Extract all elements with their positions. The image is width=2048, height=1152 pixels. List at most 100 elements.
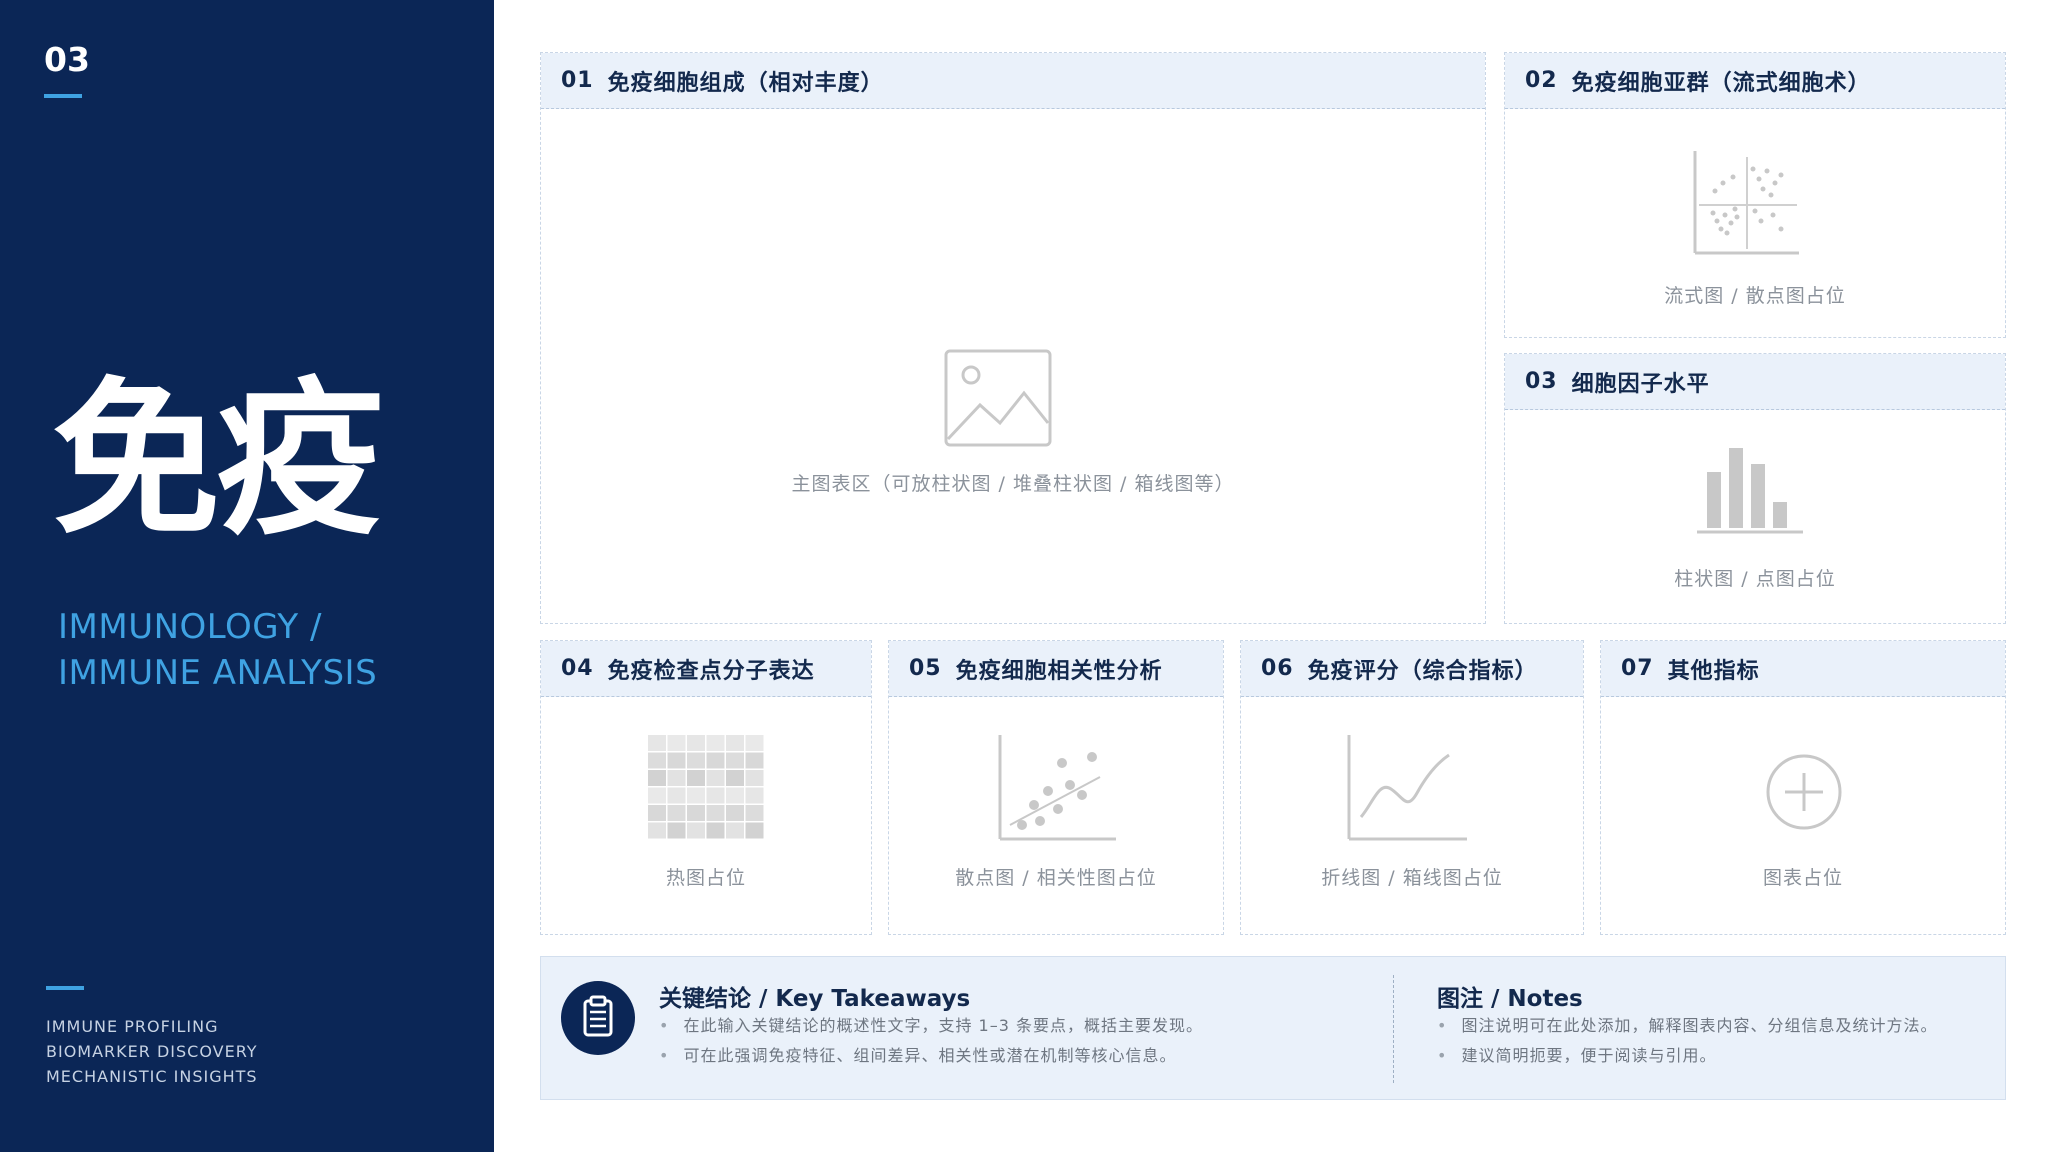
heatmap-cell — [726, 787, 744, 804]
heatmap-cell — [726, 752, 744, 769]
heatmap-cell — [706, 735, 725, 751]
heatmap-cell — [706, 752, 725, 769]
subtitle-line-1: IMMUNOLOGY / — [58, 607, 322, 647]
section-title: 免疫 — [52, 362, 384, 558]
bottom-divider — [46, 986, 84, 990]
heatmap-cell — [726, 735, 744, 751]
placeholder-label: 柱状图 / 点图占位 — [1674, 568, 1836, 590]
heatmap-cell — [706, 822, 725, 839]
heatmap-cell — [687, 822, 705, 839]
heatmap-cell — [726, 822, 744, 839]
heatmap-cell — [648, 770, 666, 786]
heatmap-cell — [667, 770, 686, 786]
panel-title: 细胞因子水平 — [1571, 371, 1710, 397]
list-item: 图注说明可在此处添加，解释图表内容、分组信息及统计方法。 — [1437, 1011, 1937, 1041]
line-chart-icon — [1347, 735, 1467, 841]
placeholder-label: 散点图 / 相关性图占位 — [955, 867, 1157, 889]
panel-header: 04 免疫检查点分子表达 — [541, 641, 871, 697]
heatmap-cell — [745, 752, 764, 769]
heatmap-cell — [745, 787, 764, 804]
clipboard-icon — [583, 995, 613, 1037]
panel-cytokine-levels: 03 细胞因子水平 柱状图 / 点图占位 — [1504, 353, 2006, 624]
panel-title: 其他指标 — [1667, 658, 1760, 684]
heatmap-cell — [667, 752, 686, 769]
panel-header: 01 免疫细胞组成（相对丰度） — [541, 53, 1485, 109]
placeholder-label: 图表占位 — [1762, 867, 1843, 889]
panel-cell-correlation: 05 免疫细胞相关性分析 散点图 / 相关性图占位 — [888, 640, 1224, 935]
key-takeaways-list: 在此输入关键结论的概述性文字，支持 1–3 条要点，概括主要发现。 可在此强调免… — [659, 1011, 1203, 1071]
placeholder-label: 折线图 / 箱线图占位 — [1321, 867, 1503, 889]
bar-chart-icon — [1697, 448, 1803, 534]
heatmap-cell — [648, 805, 666, 821]
list-item: 可在此强调免疫特征、组间差异、相关性或潜在机制等核心信息。 — [659, 1041, 1203, 1071]
panel-number: 04 — [561, 656, 594, 681]
panel-body[interactable]: 折线图 / 箱线图占位 — [1241, 697, 1583, 934]
heatmap-cell — [726, 805, 744, 821]
heatmap-cell — [687, 787, 705, 804]
heatmap-cell — [667, 787, 686, 804]
panel-number: 05 — [909, 656, 942, 681]
notes-list: 图注说明可在此处添加，解释图表内容、分组信息及统计方法。 建议简明扼要，便于阅读… — [1437, 1011, 1937, 1071]
page-number-underline — [44, 94, 82, 98]
panel-checkpoint-expression: 04 免疫检查点分子表达 热图占位 — [540, 640, 872, 935]
page-number: 03 — [44, 40, 90, 79]
heatmap-cell — [667, 735, 686, 751]
panel-immune-cell-composition: 01 免疫细胞组成（相对丰度） 主图表区（可放柱状图 / 堆叠柱状图 / 箱线图… — [540, 52, 1486, 624]
heatmap-cell — [667, 805, 686, 821]
placeholder-label: 主图表区（可放柱状图 / 堆叠柱状图 / 箱线图等） — [791, 473, 1235, 495]
scatter-plot-icon — [998, 735, 1116, 841]
subtitle-line-2: IMMUNE ANALYSIS — [58, 653, 378, 693]
heatmap-cell — [706, 805, 725, 821]
panel-body[interactable]: 柱状图 / 点图占位 — [1505, 410, 2005, 623]
panel-other-indicators: 07 其他指标 图表占位 — [1600, 640, 2006, 935]
placeholder-label: 热图占位 — [665, 867, 746, 889]
panel-header: 02 免疫细胞亚群（流式细胞术） — [1505, 53, 2005, 109]
heatmap-cell — [687, 805, 705, 821]
notes-title: 图注 / Notes — [1437, 986, 1583, 1012]
heatmap-cell — [745, 735, 764, 751]
key-takeaways-title: 关键结论 / Key Takeaways — [659, 986, 971, 1012]
heatmap-cell — [726, 770, 744, 786]
panel-body[interactable]: 热图占位 — [541, 697, 871, 934]
panel-number: 02 — [1525, 68, 1558, 93]
panel-body[interactable]: 图表占位 — [1601, 697, 2005, 934]
section-subtitle: IMMUNOLOGY / IMMUNE ANALYSIS — [58, 604, 377, 696]
heatmap-cell — [687, 735, 705, 751]
keyword-item: BIOMARKER DISCOVERY — [46, 1042, 258, 1061]
flow-cytometry-icon — [1693, 151, 1799, 255]
panel-body[interactable]: 主图表区（可放柱状图 / 堆叠柱状图 / 箱线图等） — [541, 109, 1485, 623]
heatmap-cell — [648, 822, 666, 839]
heatmap-cell — [706, 787, 725, 804]
heatmap-cell — [745, 805, 764, 821]
panel-body[interactable]: 散点图 / 相关性图占位 — [889, 697, 1223, 934]
heatmap-cell — [648, 735, 666, 751]
panel-header: 03 细胞因子水平 — [1505, 354, 2005, 410]
panel-header: 07 其他指标 — [1601, 641, 2005, 697]
panel-number: 06 — [1261, 656, 1294, 681]
sidebar: 03 免疫 IMMUNOLOGY / IMMUNE ANALYSIS IMMUN… — [0, 0, 494, 1152]
placeholder-label: 流式图 / 散点图占位 — [1664, 285, 1846, 307]
image-icon — [944, 349, 1052, 447]
panel-title: 免疫细胞相关性分析 — [955, 658, 1163, 684]
heatmap-cell — [745, 822, 764, 839]
keyword-list: IMMUNE PROFILING BIOMARKER DISCOVERY MEC… — [46, 1014, 258, 1089]
plus-circle-icon[interactable] — [1765, 753, 1843, 831]
heatmap-cell — [667, 822, 686, 839]
summary-box: 关键结论 / Key Takeaways 在此输入关键结论的概述性文字，支持 1… — [540, 956, 2006, 1100]
panel-immune-score: 06 免疫评分（综合指标） 折线图 / 箱线图占位 — [1240, 640, 1584, 935]
heatmap-icon — [648, 735, 764, 839]
panel-header: 06 免疫评分（综合指标） — [1241, 641, 1583, 697]
panel-body[interactable]: 流式图 / 散点图占位 — [1505, 109, 2005, 337]
clipboard-icon-badge — [561, 981, 635, 1055]
panel-header: 05 免疫细胞相关性分析 — [889, 641, 1223, 697]
keyword-item: MECHANISTIC INSIGHTS — [46, 1067, 258, 1086]
summary-divider — [1393, 975, 1394, 1083]
panel-number: 03 — [1525, 369, 1558, 394]
panel-number: 07 — [1621, 656, 1654, 681]
panel-immune-subsets: 02 免疫细胞亚群（流式细胞术） 流式图 / 散点图占位 — [1504, 52, 2006, 338]
heatmap-cell — [687, 770, 705, 786]
list-item: 在此输入关键结论的概述性文字，支持 1–3 条要点，概括主要发现。 — [659, 1011, 1203, 1041]
keyword-item: IMMUNE PROFILING — [46, 1017, 219, 1036]
heatmap-cell — [648, 752, 666, 769]
heatmap-cell — [745, 770, 764, 786]
